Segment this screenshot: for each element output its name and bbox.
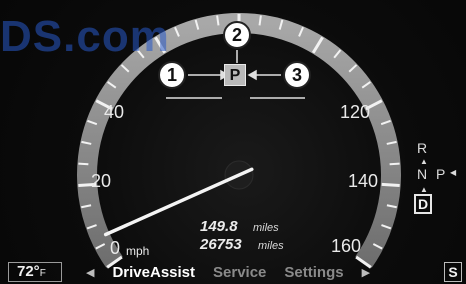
trip-odometer-unit: miles (253, 222, 279, 234)
tick-label-120: 120 (340, 102, 371, 122)
tick-label-140: 140 (348, 171, 379, 191)
gear-arrow-left-icon: ◀ (450, 168, 457, 177)
total-odometer-unit: miles (258, 240, 284, 252)
gauge-minor-tick (389, 162, 400, 166)
total-odometer-value: 26753 (200, 236, 242, 253)
gear-neutral: N (417, 166, 428, 182)
gauge-major-tick (381, 182, 400, 188)
sport-mode-indicator: S (444, 262, 462, 282)
menu-next-arrow-icon[interactable]: ▶ (362, 266, 370, 279)
gauge-minor-tick (216, 15, 220, 26)
callout-marker-3: 3 (283, 61, 311, 89)
outside-temperature: 72°F (8, 262, 62, 282)
temperature-value: 72° (17, 263, 40, 280)
watermark-logo: DS.com (0, 12, 170, 61)
gauge-minor-tick (78, 162, 89, 166)
gauge-minor-tick (258, 15, 262, 26)
menu-item-service[interactable]: Service (213, 264, 266, 281)
gear-drive-selected: D (414, 194, 432, 214)
menu-item-settings[interactable]: Settings (284, 264, 343, 281)
trip-odometer-value: 149.8 (200, 218, 238, 235)
tick-label-0: 0 (110, 238, 121, 258)
tick-label-20: 20 (91, 171, 112, 191)
gear-park: P (436, 166, 446, 182)
park-indicator: P (224, 64, 246, 86)
tick-label-40: 40 (104, 102, 125, 122)
gear-arrow-up-icon: ▲ (420, 157, 428, 166)
menu-prev-arrow-icon[interactable]: ◀ (86, 266, 94, 279)
temperature-unit: F (39, 268, 46, 279)
gear-arrow-up-icon: ▲ (420, 185, 428, 194)
speed-unit-label: mph (126, 244, 150, 258)
callout-marker-2: 2 (223, 21, 251, 49)
menu-item-driveassist[interactable]: DriveAssist (112, 264, 195, 281)
instrument-cluster-display: DS.com 40 120 20 140 160 0 mph 149.8 mil… (0, 0, 466, 284)
callout-marker-1: 1 (158, 61, 186, 89)
menu-bar: ◀ DriveAssist Service Settings ▶ (86, 262, 370, 282)
gear-reverse: R (417, 140, 428, 156)
tick-label-160: 160 (331, 236, 362, 256)
